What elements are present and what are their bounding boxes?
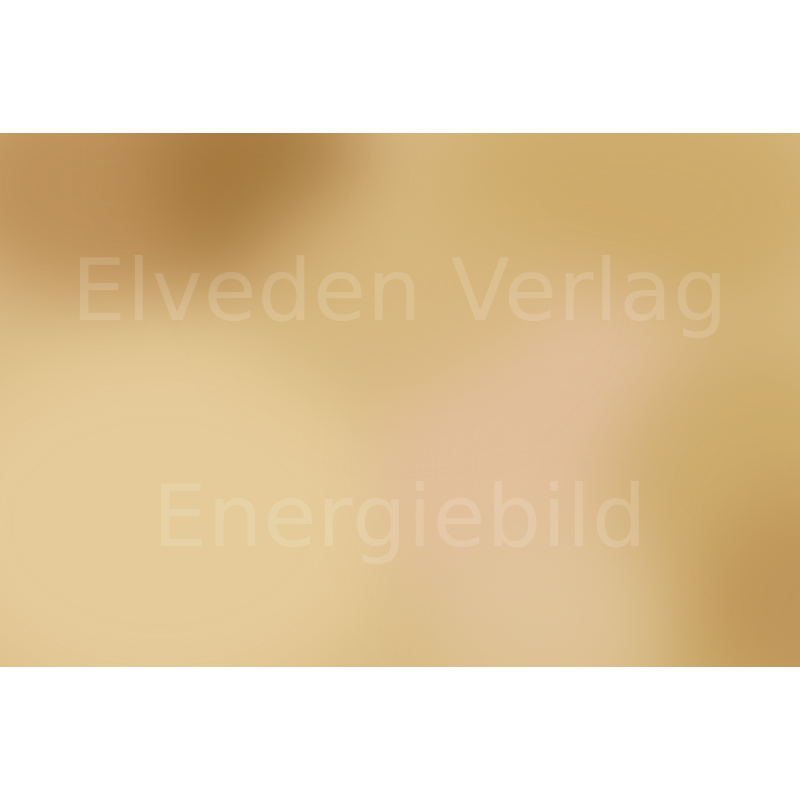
page: Elveden Verlag Energiebild — [0, 0, 800, 800]
blurred-energy-photo: Elveden Verlag Energiebild — [0, 133, 800, 667]
watermark-title: Energiebild — [152, 467, 648, 567]
watermark-publisher: Elveden Verlag — [71, 241, 729, 341]
